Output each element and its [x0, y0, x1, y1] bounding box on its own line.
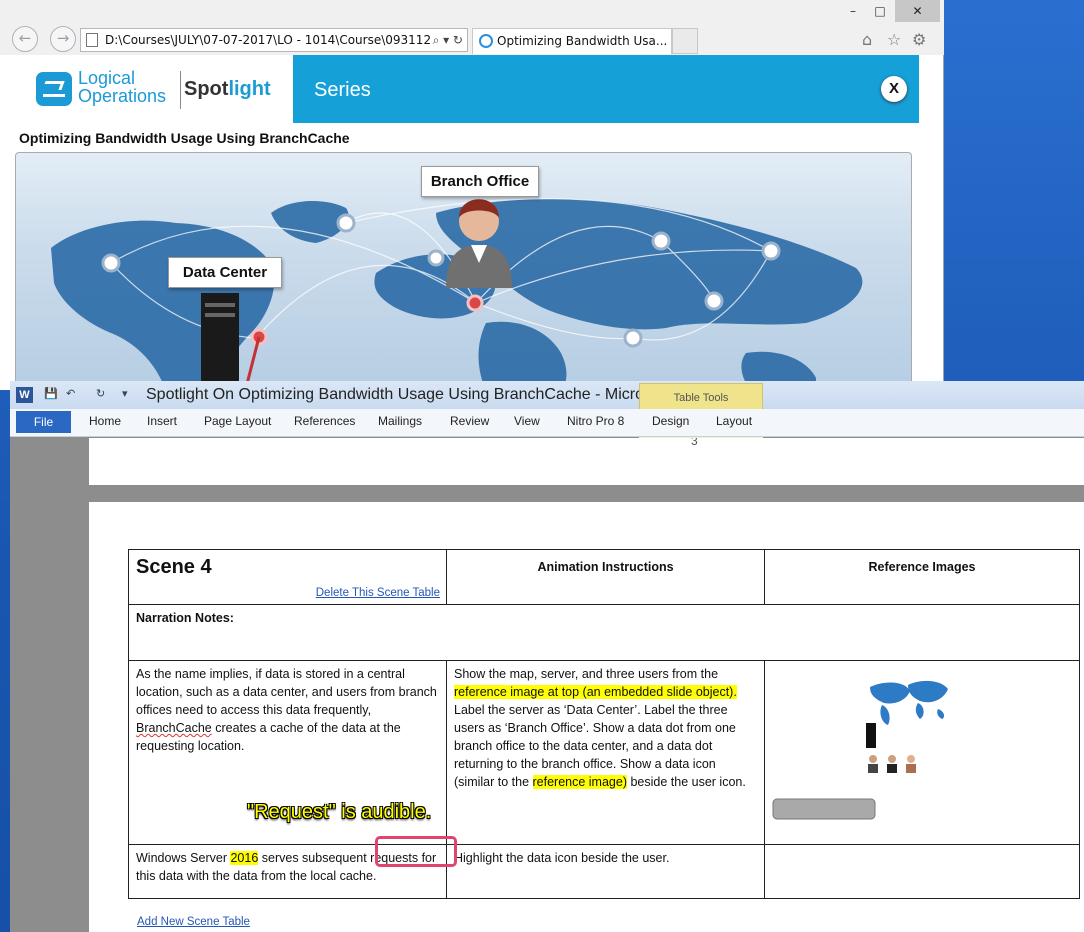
- data-bar-icon: [772, 798, 876, 820]
- minimize-button[interactable]: –: [838, 0, 868, 22]
- close-button[interactable]: ✕: [895, 0, 940, 22]
- row1-anim-highlight-2: reference image): [532, 775, 627, 789]
- word-titlebar: W 💾 ↶ ↻ ▾ Spotlight On Optimizing Bandwi…: [10, 381, 1084, 411]
- back-arrow-icon: ←: [18, 29, 32, 47]
- page-previous: 3: [89, 438, 1084, 485]
- page-icon: [86, 33, 98, 47]
- tab-insert[interactable]: Insert: [147, 414, 177, 428]
- row1-animation-cell[interactable]: Show the map, server, and three users fr…: [446, 660, 765, 845]
- row1-narration-spell: BranchCache: [136, 721, 212, 735]
- row1-anim-text-a: Show the map, server, and three users fr…: [454, 667, 719, 681]
- forward-button[interactable]: →: [50, 26, 76, 52]
- word-window: W 💾 ↶ ↻ ▾ Spotlight On Optimizing Bandwi…: [10, 381, 1084, 932]
- favorites-star-icon[interactable]: ☆: [887, 30, 901, 49]
- logo-text: Logical Operations: [78, 69, 166, 105]
- tab-home[interactable]: Home: [89, 414, 121, 428]
- row2-narration-highlight: 2016: [230, 851, 259, 865]
- row1-anim-highlight-1: reference image at top (an embedded slid…: [454, 685, 737, 699]
- row1-reference-cell[interactable]: [764, 660, 1080, 845]
- row2-narration-text-a: Windows Server: [136, 851, 231, 865]
- audible-annotation: "Request" is audible.: [247, 801, 432, 823]
- address-bar[interactable]: D:\Courses\JULY\07-07-2017\LO - 1014\Cou…: [80, 28, 468, 52]
- document-area: 3 Scene 4 Delete This Scene Table Animat…: [10, 438, 1084, 932]
- reference-images-header[interactable]: Reference Images: [764, 549, 1080, 605]
- undo-icon[interactable]: ↶: [66, 387, 80, 401]
- address-text: D:\Courses\JULY\07-07-2017\LO - 1014\Cou…: [105, 33, 455, 47]
- tab-layout[interactable]: Layout: [716, 414, 752, 428]
- delete-scene-table-link[interactable]: Delete This Scene Table: [316, 584, 440, 602]
- tab-references[interactable]: References: [294, 414, 355, 428]
- scene-title-cell[interactable]: Scene 4 Delete This Scene Table: [128, 549, 447, 605]
- spotlight-brand: Spotlight: [184, 78, 271, 101]
- slide-title: Optimizing Bandwidth Usage Using BranchC…: [19, 130, 350, 146]
- document-title: Spotlight On Optimizing Bandwidth Usage …: [146, 386, 658, 403]
- scene-title: Scene 4: [136, 556, 212, 578]
- brand-bold: Spot: [184, 78, 229, 100]
- narration-notes-cell[interactable]: Narration Notes:: [128, 604, 1080, 661]
- tab-view[interactable]: View: [514, 414, 540, 428]
- slide-close-button[interactable]: X: [881, 76, 907, 102]
- brand-light: light: [228, 78, 271, 100]
- spotlight-header: Logical Operations Spotlight Series X: [8, 55, 919, 123]
- browser-window: – □ ✕ ← → D:\Courses\JULY\07-07-2017\LO …: [0, 0, 944, 390]
- data-center-callout: Data Center: [168, 257, 282, 288]
- world-map-slide: Branch Office Data Center: [15, 152, 912, 390]
- tab-file[interactable]: File: [16, 411, 71, 433]
- customize-qat-icon[interactable]: ▾: [122, 387, 136, 401]
- home-icon[interactable]: ⌂: [862, 30, 872, 49]
- redo-icon[interactable]: ↻: [96, 387, 110, 401]
- branch-office-callout: Branch Office: [421, 166, 539, 197]
- row1-narration-text-a: As the name implies, if data is stored i…: [136, 667, 437, 717]
- maximize-button[interactable]: □: [865, 0, 895, 22]
- logo-divider: [180, 71, 181, 109]
- save-icon[interactable]: 💾: [44, 387, 58, 401]
- tab-design[interactable]: Design: [652, 414, 689, 428]
- tab-title: Optimizing Bandwidth Usa...: [497, 34, 668, 48]
- tab-mailings[interactable]: Mailings: [378, 414, 422, 428]
- table-tools-header: Table Tools: [639, 383, 763, 411]
- page-number: 3: [691, 438, 698, 448]
- animation-instructions-header[interactable]: Animation Instructions: [446, 549, 765, 605]
- tab-nitro[interactable]: Nitro Pro 8: [567, 414, 624, 428]
- logo-line2: Operations: [78, 86, 167, 106]
- logo-line1: Logical: [78, 68, 136, 88]
- browser-tab[interactable]: Optimizing Bandwidth Usa...: [472, 28, 672, 54]
- scene-table: Scene 4 Delete This Scene Table Animatio…: [128, 549, 1080, 899]
- users-mini-icon: [868, 755, 916, 773]
- server-mini-icon: [866, 723, 876, 748]
- new-tab-button[interactable]: [672, 28, 698, 54]
- settings-gear-icon[interactable]: ⚙: [912, 30, 926, 49]
- ie-icon: [479, 34, 493, 48]
- tab-review[interactable]: Review: [450, 414, 489, 428]
- row2-reference-cell[interactable]: [764, 844, 1080, 899]
- page-current: Scene 4 Delete This Scene Table Animatio…: [89, 502, 1084, 932]
- row2-animation-cell[interactable]: Highlight the data icon beside the user.: [446, 844, 765, 899]
- ribbon-tabs: File Home Insert Page Layout References …: [10, 409, 1084, 465]
- word-app-icon: W: [16, 387, 33, 403]
- back-button[interactable]: ←: [12, 26, 38, 52]
- tab-page-layout[interactable]: Page Layout: [204, 414, 271, 428]
- highlight-box: [375, 836, 457, 867]
- address-tools[interactable]: ⌕ ▾ ↻: [429, 29, 463, 51]
- browser-titlebar: – □ ✕ ← → D:\Courses\JULY\07-07-2017\LO …: [0, 0, 944, 55]
- logical-operations-logo-icon: [36, 72, 72, 106]
- add-new-scene-table-link[interactable]: Add New Scene Table: [137, 916, 250, 928]
- logo-area: Logical Operations Spotlight: [8, 55, 293, 123]
- row1-anim-text-c: beside the user icon.: [627, 775, 746, 789]
- reference-images-graphic: [772, 680, 948, 820]
- series-label: Series: [314, 79, 371, 101]
- forward-arrow-icon: →: [56, 29, 70, 47]
